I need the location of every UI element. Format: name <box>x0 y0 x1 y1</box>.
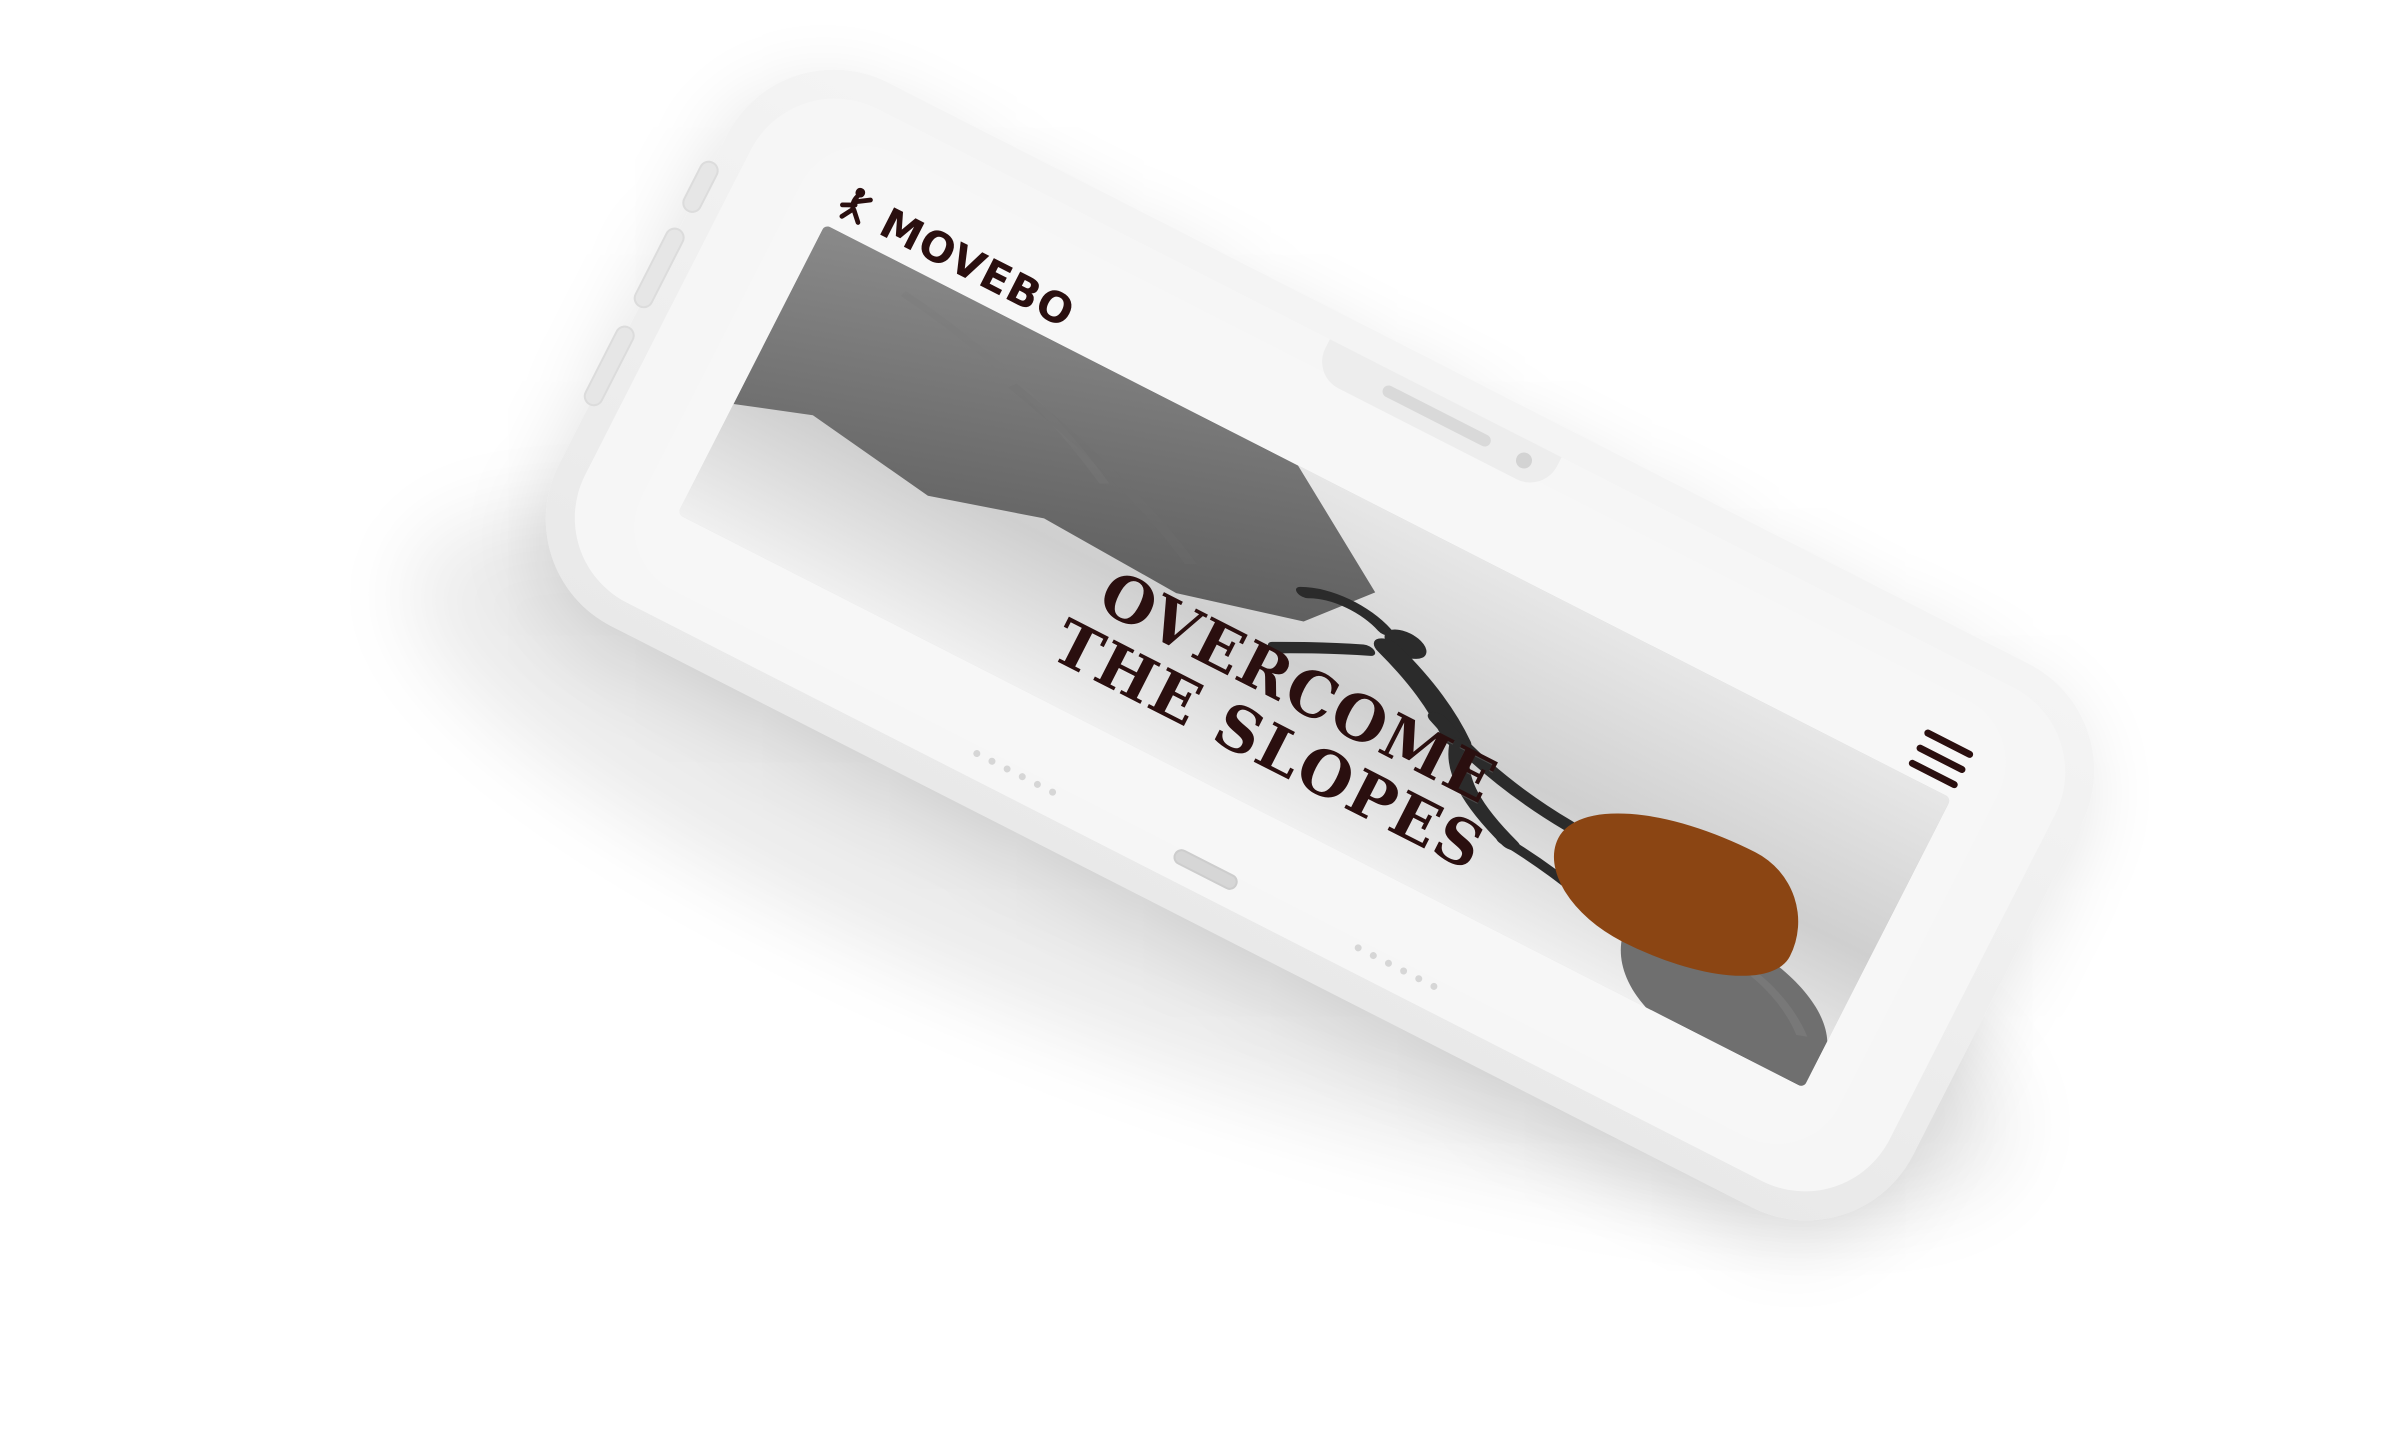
side-button-mute <box>678 157 723 217</box>
climber-mark-icon <box>839 187 873 225</box>
mockup-stage: MOVEBO OVERCOME THE SLOPES <box>0 0 2402 1443</box>
menu-button[interactable] <box>1905 722 1978 795</box>
